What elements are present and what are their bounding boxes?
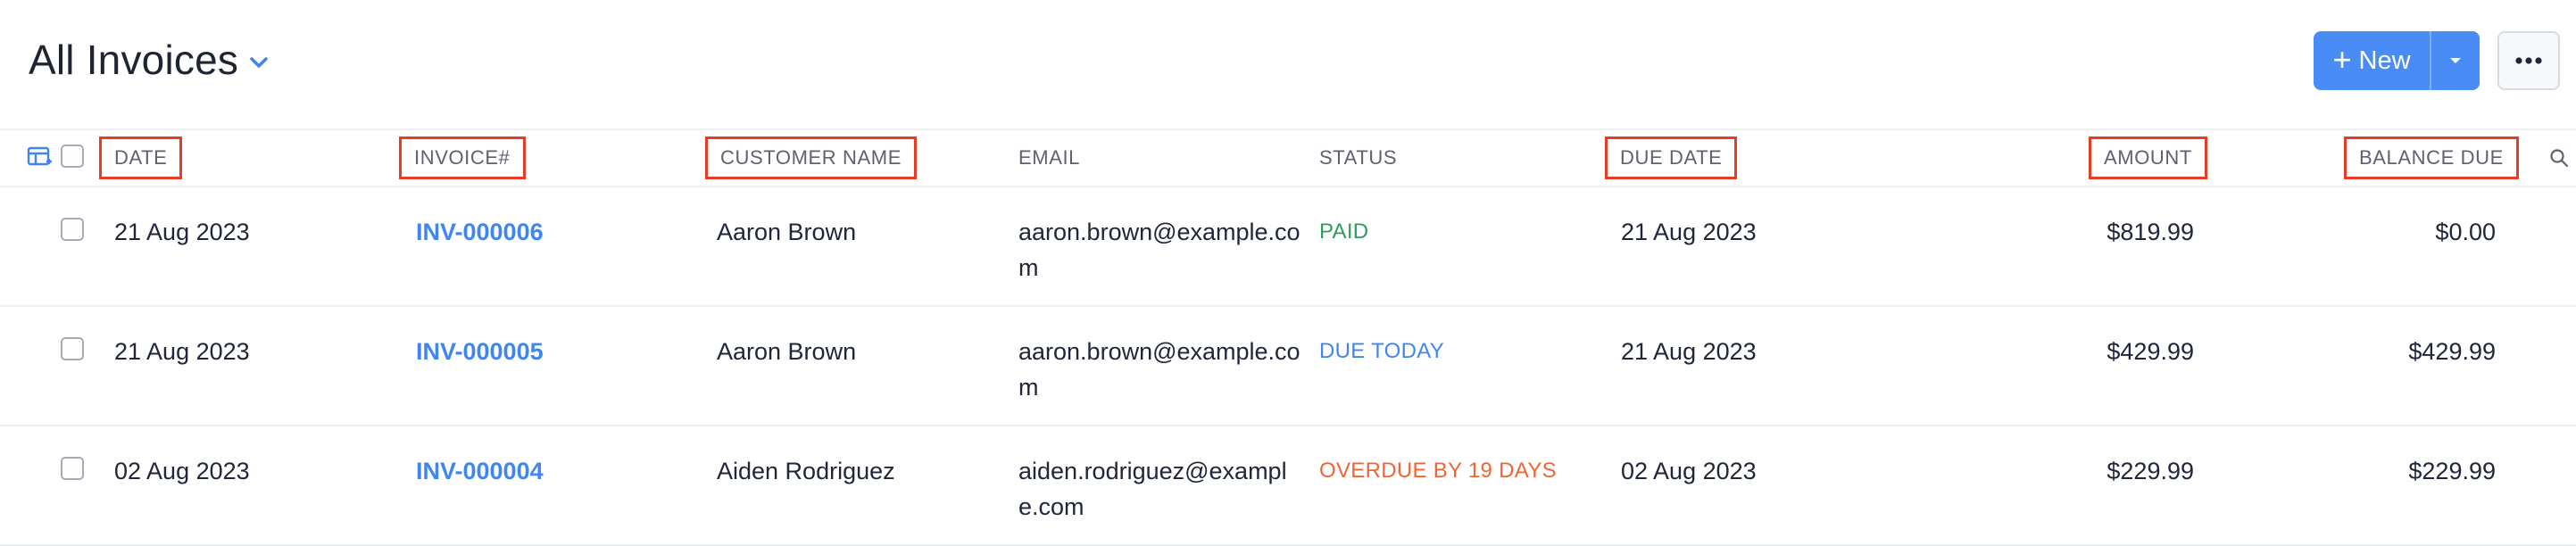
- table-row[interactable]: 21 Aug 2023 INV-000006 Aaron Brown aaron…: [0, 187, 2576, 307]
- column-header-customer-name[interactable]: CUSTOMER NAME: [705, 130, 917, 186]
- view-selector[interactable]: All Invoices: [29, 36, 269, 84]
- status-badge: DUE TODAY: [1319, 339, 1445, 363]
- row-checkbox[interactable]: [61, 218, 84, 241]
- more-options-button[interactable]: [2497, 31, 2560, 90]
- column-header-status[interactable]: STATUS: [1319, 130, 1397, 186]
- invoice-amount: $229.99: [2107, 458, 2194, 484]
- due-date: 21 Aug 2023: [1621, 338, 1757, 365]
- new-button-label: New: [2358, 46, 2411, 75]
- plus-icon: +: [2332, 40, 2352, 78]
- page-header: All Invoices + New: [0, 0, 2576, 128]
- column-header-due-date[interactable]: DUE DATE: [1605, 130, 1738, 186]
- invoice-date: 21 Aug 2023: [114, 219, 250, 245]
- invoice-date: 02 Aug 2023: [114, 458, 250, 484]
- table-row[interactable]: 21 Aug 2023 INV-000005 Aaron Brown aaron…: [0, 307, 2576, 426]
- page-title: All Invoices: [29, 37, 239, 83]
- column-header-balance-due[interactable]: BALANCE DUE: [2344, 130, 2519, 186]
- invoice-number-link[interactable]: INV-000006: [416, 214, 544, 250]
- balance-due: $0.00: [2435, 219, 2496, 245]
- invoice-number-link[interactable]: INV-000005: [416, 334, 544, 369]
- customer-email: aiden.rodriguez@example.com: [1018, 458, 1287, 520]
- column-header-invoice[interactable]: INVOICE#: [399, 130, 526, 186]
- invoice-number-link[interactable]: INV-000004: [416, 453, 544, 489]
- balance-due: $229.99: [2408, 458, 2496, 484]
- customer-name: Aaron Brown: [717, 338, 857, 365]
- customer-name: Aiden Rodriguez: [717, 458, 895, 484]
- customer-email: aaron.brown@example.com: [1018, 338, 1300, 401]
- table-header: DATE INVOICE# CUSTOMER NAME EMAIL STATUS…: [0, 128, 2576, 187]
- status-badge: PAID: [1319, 219, 1369, 244]
- search-icon[interactable]: [2549, 148, 2569, 172]
- invoice-amount: $819.99: [2107, 219, 2194, 245]
- new-dropdown-button[interactable]: [2430, 31, 2480, 90]
- due-date: 21 Aug 2023: [1621, 219, 1757, 245]
- table-row[interactable]: 02 Aug 2023 INV-000004 Aiden Rodriguez a…: [0, 426, 2576, 546]
- customer-email: aaron.brown@example.com: [1018, 219, 1300, 281]
- column-header-amount[interactable]: AMOUNT: [2089, 130, 2207, 186]
- select-all-checkbox[interactable]: [61, 145, 84, 168]
- table-settings-icon[interactable]: [27, 146, 54, 174]
- row-checkbox[interactable]: [61, 457, 84, 480]
- new-button-group: + New: [2314, 31, 2480, 90]
- column-header-date[interactable]: DATE: [99, 130, 183, 186]
- invoice-date: 21 Aug 2023: [114, 338, 250, 365]
- row-checkbox[interactable]: [61, 337, 84, 360]
- due-date: 02 Aug 2023: [1621, 458, 1757, 484]
- invoice-amount: $429.99: [2107, 338, 2194, 365]
- status-badge: OVERDUE BY 19 DAYS: [1319, 459, 1557, 483]
- new-button[interactable]: + New: [2314, 31, 2430, 90]
- customer-name: Aaron Brown: [717, 219, 857, 245]
- column-header-email[interactable]: EMAIL: [1018, 130, 1080, 186]
- balance-due: $429.99: [2408, 338, 2496, 365]
- caret-down-icon: [2448, 54, 2463, 68]
- ellipsis-icon: [2515, 53, 2542, 69]
- chevron-down-icon: [249, 56, 269, 73]
